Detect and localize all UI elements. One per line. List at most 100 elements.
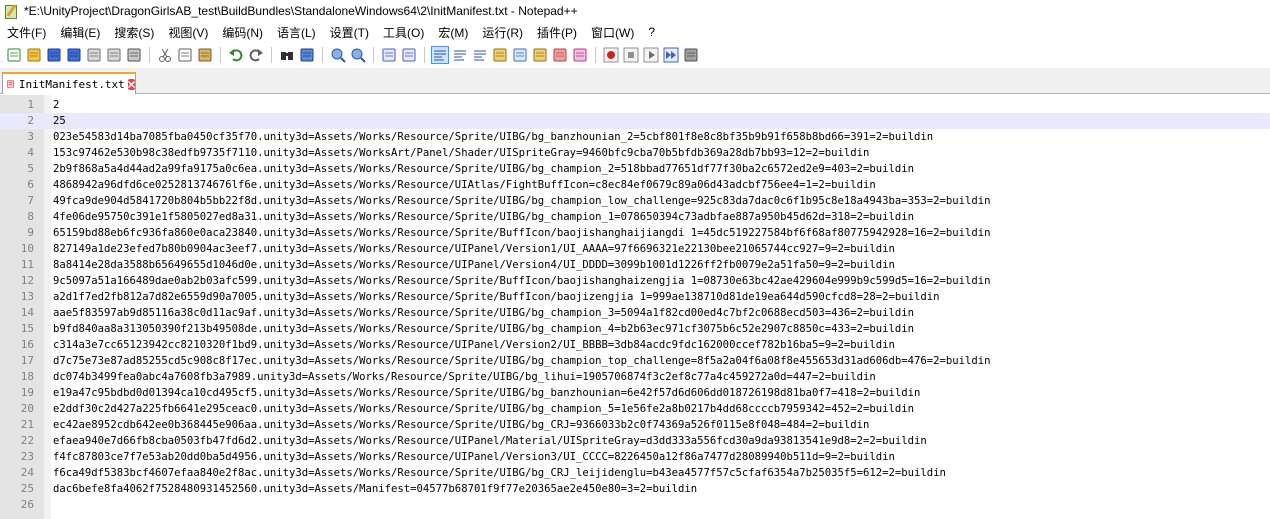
- tab-label: InitManifest.txt: [18, 77, 125, 91]
- editor-line[interactable]: 13 a2d1f7ed2fb812a7d82e6559d90a7005.unity…: [0, 289, 1270, 305]
- folder-workspace-icon: [553, 48, 567, 61]
- editor-line[interactable]: 4 153c97462e530b98c38edfb9735f7110.unity3…: [0, 145, 1270, 161]
- sync-horizontal-button[interactable]: [401, 47, 417, 63]
- menu-view[interactable]: 视图(V): [161, 24, 215, 41]
- save-button[interactable]: [46, 47, 62, 63]
- close-all-button[interactable]: [106, 47, 122, 63]
- line-number: 22: [20, 434, 34, 447]
- monitoring-button[interactable]: [572, 47, 588, 63]
- menu-tools[interactable]: 工具(O): [376, 24, 431, 41]
- menu-help[interactable]: ?: [641, 25, 662, 39]
- undo-button[interactable]: [228, 47, 244, 63]
- editor-line[interactable]: 23 f4fc87803ce7f7e53ab20dd0ba5d4956.unity…: [0, 449, 1270, 465]
- line-text: 023e54583d14ba7085fba0450cf35f70.unity3d…: [53, 131, 934, 143]
- toolbar: [0, 42, 1270, 67]
- menu-edit[interactable]: 编辑(E): [53, 24, 107, 41]
- folder-workspace-button[interactable]: [552, 47, 568, 63]
- save-macro-button[interactable]: [683, 47, 699, 63]
- indent-guide-button[interactable]: [472, 47, 488, 63]
- paste-icon: [198, 48, 212, 61]
- toolbar-separator: [424, 46, 425, 63]
- save-all-button[interactable]: [66, 47, 82, 63]
- editor-line[interactable]: 9 65159bd88eb6fc936fa860e0aca23840.unity3…: [0, 225, 1270, 241]
- function-list-button[interactable]: [532, 47, 548, 63]
- redo-button[interactable]: [248, 47, 264, 63]
- replace-button[interactable]: [299, 47, 315, 63]
- redo-icon: [249, 48, 263, 61]
- user-language-button[interactable]: [492, 47, 508, 63]
- line-text: aae5f83597ab9d85116a38c0d11ac9af.unity3d…: [53, 307, 915, 319]
- text-editor[interactable]: 1 2 2 25 3 023e54583d14ba7085fba0450cf35f70.u…: [0, 95, 1270, 519]
- line-number: 15: [20, 322, 34, 335]
- editor-line[interactable]: 8 4fe06de95750c391e1f5805027ed8a31.unity3…: [0, 209, 1270, 225]
- editor-line[interactable]: 16 c314a3e7cc65123942cc8210320f1bd9.unity…: [0, 337, 1270, 353]
- menu-search[interactable]: 搜索(S): [107, 24, 161, 41]
- show-all-chars-icon: [454, 50, 466, 60]
- doc-map-button[interactable]: [512, 47, 528, 63]
- line-number: 17: [20, 354, 34, 367]
- menu-language[interactable]: 语言(L): [270, 24, 323, 41]
- run-macro-multiple-icon: [663, 47, 679, 62]
- editor-line[interactable]: 11 8a8414e28da3588b65649655d1046d0e.unity…: [0, 257, 1270, 273]
- editor-line[interactable]: 25 dac6befe8fa4062f7528480931452560.unity…: [0, 481, 1270, 497]
- editor-line[interactable]: 26: [0, 497, 1270, 513]
- editor-line[interactable]: 18 dc074b3499fea0abc4a7608fb3a7989.unity3…: [0, 369, 1270, 385]
- editor-line[interactable]: 17 d7c75e73e87ad85255cd5c908c8f17ec.unity…: [0, 353, 1270, 369]
- cut-button[interactable]: [157, 47, 173, 63]
- close-all-icon: [107, 48, 121, 61]
- editor-line[interactable]: 2 25: [0, 113, 1270, 129]
- replace-icon: [300, 48, 314, 61]
- line-number: 25: [20, 482, 34, 495]
- editor-line[interactable]: 10 827149a1de23efed7b80b0904ac3eef7.unity…: [0, 241, 1270, 257]
- find-icon: [281, 51, 293, 60]
- word-wrap-button[interactable]: [431, 45, 449, 64]
- zoom-out-button[interactable]: [350, 47, 366, 63]
- editor-line[interactable]: 12: [0, 97, 1270, 113]
- play-macro-button[interactable]: [643, 47, 659, 63]
- line-text: 827149a1de23efed7b80b0904ac3eef7.unity3d…: [53, 243, 895, 255]
- cut-icon: [159, 48, 171, 62]
- editor-line[interactable]: 19 e19a47c95bdbd0d01394ca10cd495cf5.unity…: [0, 385, 1270, 401]
- editor-line[interactable]: 15 b9fd840aa8a313050390f213b49508de.unity…: [0, 321, 1270, 337]
- zoom-in-button[interactable]: [330, 47, 346, 63]
- line-number: 8: [27, 210, 34, 223]
- new-file-button[interactable]: [6, 47, 22, 63]
- record-macro-button[interactable]: [603, 47, 619, 63]
- menu-macro[interactable]: 宏(M): [431, 24, 475, 41]
- find-button[interactable]: [279, 47, 295, 63]
- line-number: 26: [20, 498, 34, 511]
- editor-line[interactable]: 24 f6ca49df5383bcf4607efaa840e2f8ac.unity…: [0, 465, 1270, 481]
- editor-line[interactable]: 22 efaea940e7d66fb8cba0503fb47fd6d2.unity…: [0, 433, 1270, 449]
- editor-line[interactable]: 5 2b9f868a5a4d44ad2a99fa9175a0c6ea.unity3…: [0, 161, 1270, 177]
- tab-close-button[interactable]: [127, 78, 135, 90]
- editor-line[interactable]: 7 49fca9de904d5841720b804b5bb22f8d.unity3…: [0, 193, 1270, 209]
- editor-line[interactable]: 20 e2ddf30c2d427a225fb6641e295ceac0.unity…: [0, 401, 1270, 417]
- editor-line[interactable]: 21 ec42ae8952cdb642ee0b368445e906aa.unity…: [0, 417, 1270, 433]
- editor-line[interactable]: 3 023e54583d14ba7085fba0450cf35f70.unity3…: [0, 129, 1270, 145]
- line-text: 4868942a96dfd6ce025281374676lf6e.unity3d…: [53, 179, 876, 191]
- menu-plugins[interactable]: 插件(P): [530, 24, 584, 41]
- copy-button[interactable]: [177, 47, 193, 63]
- open-file-button[interactable]: [26, 47, 42, 63]
- menu-file[interactable]: 文件(F): [0, 24, 53, 41]
- line-number: 12: [20, 274, 34, 287]
- stop-record-button[interactable]: [623, 47, 639, 63]
- menu-run[interactable]: 运行(R): [475, 24, 530, 41]
- editor-line[interactable]: 6 4868942a96dfd6ce025281374676lf6e.unity3…: [0, 177, 1270, 193]
- run-macro-multiple-button[interactable]: [663, 47, 679, 63]
- sync-vertical-button[interactable]: [381, 47, 397, 63]
- save-all-icon: [67, 48, 81, 61]
- editor-line[interactable]: 12 9c5097a51a166489dae0ab2b03afc599.unity…: [0, 273, 1270, 289]
- close-button[interactable]: [86, 47, 102, 63]
- print-button[interactable]: [126, 47, 142, 63]
- menu-settings[interactable]: 设置(T): [323, 24, 376, 41]
- editor-line[interactable]: 14 aae5f83597ab9d85116a38c0d11ac9af.unity…: [0, 305, 1270, 321]
- paste-button[interactable]: [197, 47, 213, 63]
- menu-window[interactable]: 窗口(W): [584, 24, 641, 41]
- show-all-chars-button[interactable]: [452, 47, 468, 63]
- record-macro-icon: [603, 47, 619, 62]
- menu-encoding[interactable]: 编码(N): [215, 24, 270, 41]
- line-number: 14: [20, 306, 34, 319]
- toolbar-separator: [220, 46, 221, 63]
- tab-initmanifest[interactable]: InitManifest.txt: [2, 72, 136, 94]
